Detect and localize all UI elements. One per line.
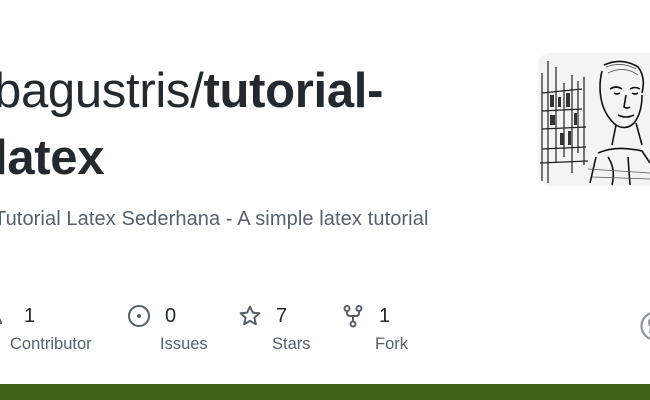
- repo-owner: bagustris/: [0, 64, 204, 118]
- stat-contributors[interactable]: 1 Contributor: [0, 302, 92, 362]
- contributors-count: 1: [24, 304, 36, 327]
- github-logo-icon: [640, 311, 650, 341]
- repo-social-card: bagustris/tutorial- latex Tutorial Latex…: [0, 0, 650, 400]
- repo-description: Tutorial Latex Sederhana - A simple late…: [0, 208, 429, 230]
- repo-name-line2: latex: [0, 131, 105, 185]
- repo-name-line1: tutorial-: [203, 64, 384, 118]
- issues-label: Issues: [160, 335, 208, 353]
- language-bar: [0, 384, 650, 400]
- stars-label: Stars: [272, 335, 311, 353]
- repo-title[interactable]: bagustris/tutorial- latex: [0, 58, 383, 192]
- issues-count: 0: [165, 304, 177, 327]
- forks-count: 1: [379, 304, 391, 327]
- forks-label: Fork: [375, 335, 408, 353]
- fork-icon: [341, 304, 365, 328]
- stars-count: 7: [276, 304, 288, 327]
- stat-stars[interactable]: 7 Stars: [238, 302, 311, 362]
- star-icon: [238, 304, 262, 328]
- people-icon: [0, 304, 10, 328]
- contributors-label: Contributor: [10, 335, 92, 353]
- stat-forks[interactable]: 1 Fork: [341, 302, 408, 362]
- stat-issues[interactable]: 0 Issues: [127, 302, 208, 362]
- issue-icon: [127, 304, 151, 328]
- owner-avatar: [538, 53, 650, 186]
